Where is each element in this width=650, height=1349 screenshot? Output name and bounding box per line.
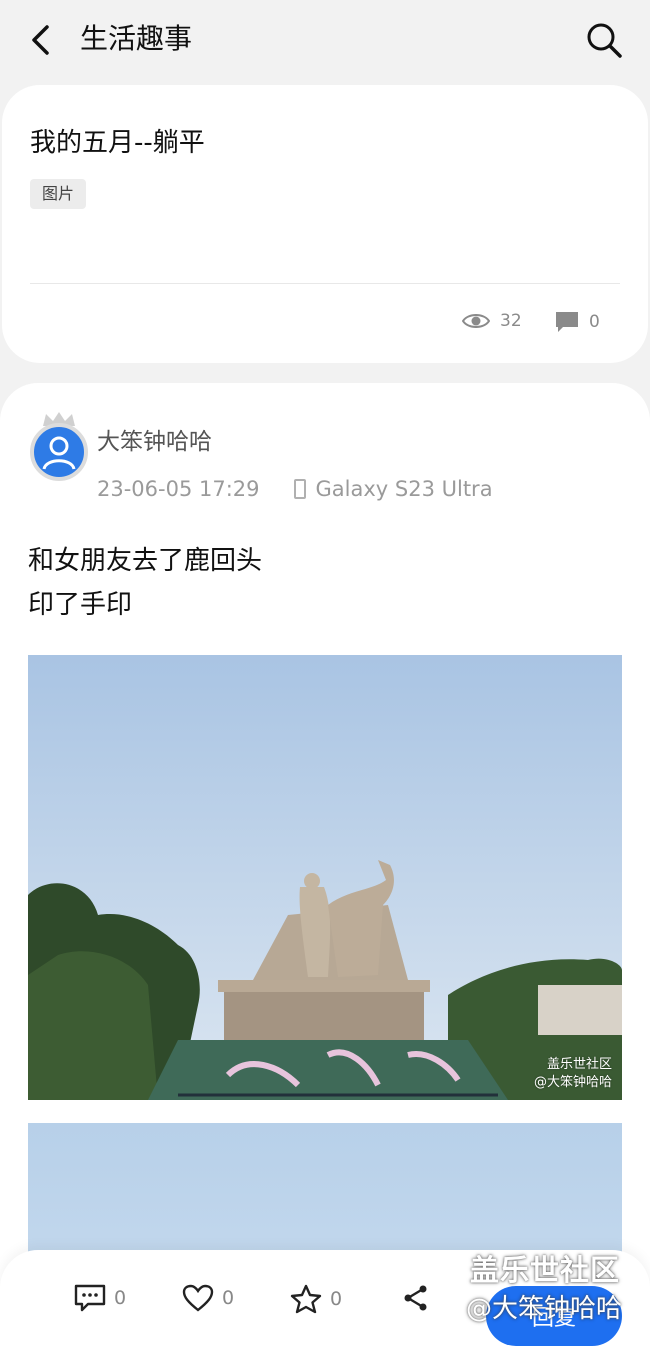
overlay-watermark-user: @大笨钟哈哈 <box>466 1294 623 1324</box>
page-title: 生活趣事 <box>80 22 193 55</box>
post-body-line: 和女朋友去了鹿回头 <box>28 546 263 576</box>
post-device: Galaxy S23 Ultra <box>315 477 493 501</box>
back-button[interactable] <box>22 22 58 58</box>
statue-photo <box>28 655 622 1100</box>
post-tag: 图片 <box>30 179 87 209</box>
post-image[interactable]: 盖乐世社区 @大笨钟哈哈 <box>28 655 622 1100</box>
image-watermark: 盖乐世社区 @大笨钟哈哈 <box>534 1056 612 1092</box>
share-button[interactable] <box>402 1284 438 1312</box>
comment-bubble-icon <box>556 312 578 332</box>
favorite-count: 0 <box>330 1288 343 1310</box>
top-bar: 生活趣事 <box>0 0 650 80</box>
author-avatar[interactable] <box>28 411 90 483</box>
image-watermark-user: @大笨钟哈哈 <box>533 1075 612 1090</box>
user-icon <box>42 436 76 470</box>
post-body: 和女朋友去了鹿回头 印了手印 <box>28 539 262 627</box>
post-title: 我的五月--躺平 <box>30 128 205 158</box>
comment-count-value: 0 <box>589 312 600 332</box>
comment-action-count: 0 <box>114 1287 127 1309</box>
divider <box>30 283 620 284</box>
heart-icon <box>182 1284 214 1312</box>
post-summary-card[interactable]: 我的五月--躺平 图片 32 0 <box>2 85 648 363</box>
favorite-button[interactable]: 0 <box>290 1284 342 1314</box>
search-icon <box>587 23 622 58</box>
image-watermark-site: 盖乐世社区 <box>546 1057 612 1072</box>
overlay-watermark-site: 盖乐世社区 <box>470 1253 621 1287</box>
view-count: 32 <box>462 311 522 331</box>
author-name[interactable]: 大笨钟哈哈 <box>97 427 212 457</box>
like-count: 0 <box>222 1287 235 1309</box>
comment-button[interactable]: 0 <box>74 1284 126 1312</box>
phone-icon <box>293 479 306 499</box>
comment-count: 0 <box>555 311 600 333</box>
view-count-value: 32 <box>500 311 522 331</box>
post-meta: 23-06-05 17:29 Galaxy S23 Ultra <box>97 475 493 503</box>
search-button[interactable] <box>584 20 624 60</box>
avatar <box>30 423 88 481</box>
post-timestamp: 23-06-05 17:29 <box>97 477 260 501</box>
post-body-line: 印了手印 <box>28 590 133 620</box>
comment-icon <box>74 1284 106 1312</box>
chevron-left-icon <box>32 25 49 55</box>
star-icon <box>290 1284 322 1314</box>
like-button[interactable]: 0 <box>182 1284 234 1312</box>
post-detail-card: 大笨钟哈哈 23-06-05 17:29 Galaxy S23 Ultra 和女… <box>0 383 650 1349</box>
eye-icon <box>462 314 490 328</box>
share-icon <box>404 1285 427 1311</box>
